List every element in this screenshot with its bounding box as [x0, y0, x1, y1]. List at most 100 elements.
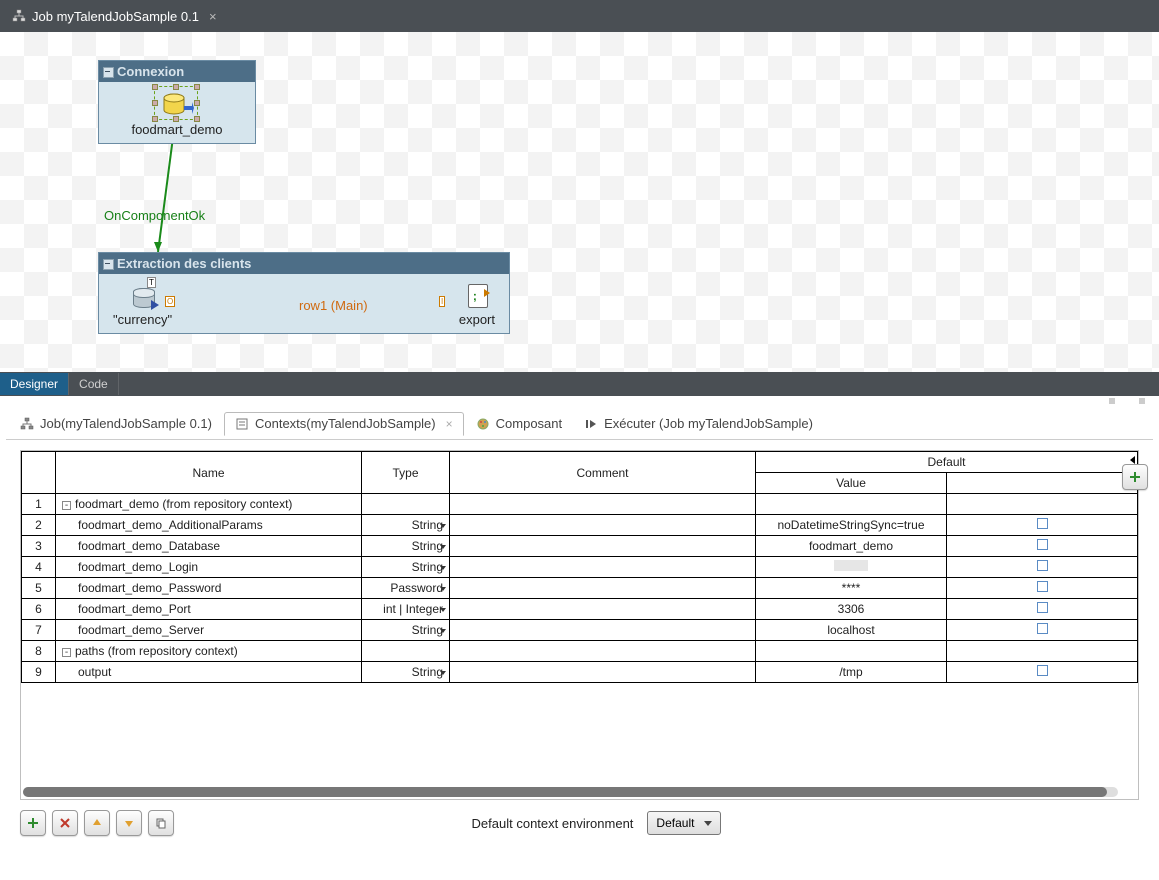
- cell-value[interactable]: foodmart_demo: [756, 536, 947, 557]
- cell-type[interactable]: Password: [362, 578, 450, 599]
- tab-contexts[interactable]: Contexts(myTalendJobSample) ×: [224, 412, 464, 436]
- cell-name[interactable]: foodmart_demo_Login: [56, 557, 362, 578]
- cell-comment[interactable]: [450, 578, 756, 599]
- cell-checkbox[interactable]: [947, 599, 1138, 620]
- tab-designer[interactable]: Designer: [0, 373, 69, 395]
- header-comment[interactable]: Comment: [450, 452, 756, 494]
- cell-value[interactable]: /tmp: [756, 662, 947, 683]
- component-currency[interactable]: "currency": [113, 288, 172, 327]
- minimize-icon[interactable]: [1109, 398, 1115, 404]
- subjob-extraction[interactable]: Extraction des clients "currency" row1 (…: [98, 252, 510, 334]
- cell-name[interactable]: foodmart_demo_AdditionalParams: [56, 515, 362, 536]
- close-icon[interactable]: ×: [446, 417, 453, 431]
- table-row[interactable]: 4foodmart_demo_LoginString: [22, 557, 1138, 578]
- cell-type[interactable]: String: [362, 557, 450, 578]
- cell-value[interactable]: 3306: [756, 599, 947, 620]
- cell-comment[interactable]: [450, 620, 756, 641]
- cell-name[interactable]: -foodmart_demo (from repository context): [56, 494, 362, 515]
- move-up-button[interactable]: [84, 810, 110, 836]
- table-row[interactable]: 6foodmart_demo_Portint | Integer3306: [22, 599, 1138, 620]
- header-name[interactable]: Name: [56, 452, 362, 494]
- component-foodmart-demo[interactable]: foodmart_demo: [131, 92, 222, 137]
- cell-name[interactable]: output: [56, 662, 362, 683]
- add-context-column-button[interactable]: [1122, 464, 1148, 490]
- row-number: 5: [22, 578, 56, 599]
- move-down-button[interactable]: [116, 810, 142, 836]
- copy-button[interactable]: [148, 810, 174, 836]
- cell-type[interactable]: [362, 494, 450, 515]
- tab-run[interactable]: Exécuter (Job myTalendJobSample): [574, 412, 823, 436]
- remove-variable-button[interactable]: [52, 810, 78, 836]
- cell-name[interactable]: foodmart_demo_Server: [56, 620, 362, 641]
- cell-value[interactable]: ****: [756, 578, 947, 599]
- cell-value[interactable]: localhost: [756, 620, 947, 641]
- cell-comment[interactable]: [450, 515, 756, 536]
- job-tree-icon: [12, 9, 26, 23]
- table-row[interactable]: 5foodmart_demo_PasswordPassword ****: [22, 578, 1138, 599]
- header-default[interactable]: Default: [756, 452, 1138, 473]
- tab-job[interactable]: Job(myTalendJobSample 0.1): [10, 412, 222, 436]
- cell-name[interactable]: foodmart_demo_Password: [56, 578, 362, 599]
- cell-comment[interactable]: [450, 557, 756, 578]
- cell-value[interactable]: [756, 557, 947, 578]
- table-row[interactable]: 2foodmart_demo_AdditionalParamsStringnoD…: [22, 515, 1138, 536]
- checkbox[interactable]: [1037, 539, 1048, 550]
- subjob-connexion[interactable]: Connexion: [98, 60, 256, 144]
- table-row[interactable]: 8-paths (from repository context): [22, 641, 1138, 662]
- component-palette-icon: [476, 417, 490, 431]
- cell-name[interactable]: foodmart_demo_Database: [56, 536, 362, 557]
- collapse-icon[interactable]: -: [62, 501, 71, 510]
- checkbox[interactable]: [1037, 623, 1048, 634]
- row-number: 4: [22, 557, 56, 578]
- tab-code[interactable]: Code: [69, 373, 119, 395]
- checkbox[interactable]: [1037, 560, 1048, 571]
- cell-checkbox[interactable]: [947, 641, 1138, 662]
- cell-value[interactable]: [756, 494, 947, 515]
- design-canvas[interactable]: OnComponentOk Connexion: [0, 32, 1159, 372]
- component-export-label: export: [459, 312, 495, 327]
- header-type[interactable]: Type: [362, 452, 450, 494]
- cell-name[interactable]: foodmart_demo_Port: [56, 599, 362, 620]
- cell-comment[interactable]: [450, 494, 756, 515]
- cell-type[interactable]: int | Integer: [362, 599, 450, 620]
- editor-tab-job[interactable]: Job myTalendJobSample 0.1 ×: [4, 2, 225, 30]
- table-row[interactable]: 9outputString/tmp: [22, 662, 1138, 683]
- checkbox[interactable]: [1037, 665, 1048, 676]
- cell-checkbox[interactable]: [947, 620, 1138, 641]
- table-row[interactable]: 1-foodmart_demo (from repository context…: [22, 494, 1138, 515]
- cell-type[interactable]: String: [362, 662, 450, 683]
- table-row[interactable]: 7foodmart_demo_ServerStringlocalhost: [22, 620, 1138, 641]
- table-row[interactable]: 3foodmart_demo_DatabaseStringfoodmart_de…: [22, 536, 1138, 557]
- cell-type[interactable]: [362, 641, 450, 662]
- cell-name[interactable]: -paths (from repository context): [56, 641, 362, 662]
- add-variable-button[interactable]: [20, 810, 46, 836]
- checkbox[interactable]: [1037, 581, 1048, 592]
- header-value[interactable]: Value: [756, 473, 947, 494]
- cell-checkbox[interactable]: [947, 662, 1138, 683]
- contexts-table[interactable]: Name Type Comment Default Value 1-foodma…: [21, 451, 1138, 683]
- cell-checkbox[interactable]: [947, 536, 1138, 557]
- tab-component[interactable]: Composant: [466, 412, 572, 436]
- cell-comment[interactable]: [450, 536, 756, 557]
- cell-type[interactable]: String: [362, 620, 450, 641]
- cell-comment[interactable]: [450, 662, 756, 683]
- marker-t: T: [147, 277, 156, 288]
- collapse-icon[interactable]: -: [62, 648, 71, 657]
- cell-value[interactable]: [756, 641, 947, 662]
- env-combo[interactable]: Default: [647, 811, 721, 835]
- horizontal-scrollbar[interactable]: [23, 787, 1118, 797]
- cell-comment[interactable]: [450, 641, 756, 662]
- component-export[interactable]: ; export: [459, 284, 495, 327]
- cell-type[interactable]: String: [362, 515, 450, 536]
- close-icon[interactable]: ×: [209, 9, 217, 24]
- cell-checkbox[interactable]: [947, 515, 1138, 536]
- cell-checkbox[interactable]: [947, 494, 1138, 515]
- cell-comment[interactable]: [450, 599, 756, 620]
- checkbox[interactable]: [1037, 518, 1048, 529]
- cell-type[interactable]: String: [362, 536, 450, 557]
- maximize-icon[interactable]: [1139, 398, 1145, 404]
- cell-checkbox[interactable]: [947, 578, 1138, 599]
- cell-checkbox[interactable]: [947, 557, 1138, 578]
- cell-value[interactable]: noDatetimeStringSync=true: [756, 515, 947, 536]
- checkbox[interactable]: [1037, 602, 1048, 613]
